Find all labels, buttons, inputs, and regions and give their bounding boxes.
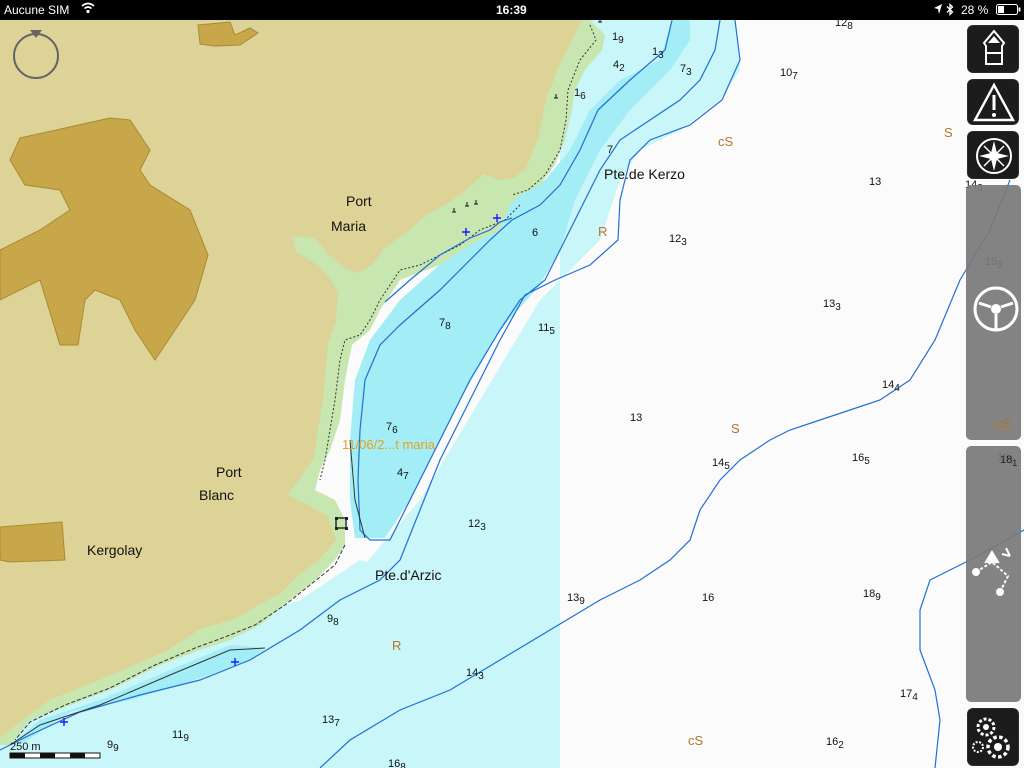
- place-port2: Port: [216, 464, 242, 480]
- nautical-chart[interactable]: Port Maria Pte.de Kerzo Port Blanc Kergo…: [0, 20, 1024, 768]
- steering-wheel-icon: [973, 286, 1019, 332]
- seabed-label: S: [944, 125, 953, 140]
- track-label[interactable]: 11/06/2...t maria: [342, 437, 436, 452]
- compass-rose-icon: [976, 138, 1012, 174]
- depth-sounding: 6: [532, 227, 538, 239]
- place-maria: Maria: [331, 218, 366, 234]
- panel-top-label: cS: [995, 417, 1011, 432]
- depth-sounding: 16: [702, 592, 714, 604]
- seabed-label: R: [598, 224, 607, 239]
- location-icon: [933, 3, 943, 18]
- status-bar: Aucune SIM 16:39 28 %: [0, 0, 1024, 20]
- clock: 16:39: [496, 3, 527, 17]
- bluetooth-icon: [946, 2, 954, 19]
- place-blanc: Blanc: [199, 487, 234, 503]
- depth-sounding: 7: [607, 144, 613, 156]
- battery-label: 28 %: [961, 3, 989, 17]
- carrier-label: Aucune SIM: [4, 3, 70, 17]
- place-kerzo: Pte.de Kerzo: [604, 166, 685, 182]
- gears-icon: [972, 717, 1010, 759]
- scale-label: 250 m: [10, 741, 41, 753]
- urban-area-west: [0, 521, 66, 563]
- route-waypoints-icon: [972, 547, 1011, 596]
- depth-sounding: 13: [630, 412, 642, 424]
- warning-icon: [972, 82, 1016, 122]
- depth-sounding: 13: [869, 176, 881, 188]
- seabed-label: R: [392, 638, 401, 653]
- place-arzic: Pte.d'Arzic: [375, 567, 441, 583]
- seabed-label: S: [731, 421, 740, 436]
- seabed-label: cS: [718, 134, 734, 149]
- panel-bottom-label: 181: [1000, 454, 1018, 469]
- route-panel[interactable]: 181: [966, 446, 1021, 702]
- seabed-label: cS: [688, 733, 704, 748]
- boat-view-button[interactable]: [967, 25, 1019, 73]
- battery-icon: [996, 4, 1022, 19]
- wifi-icon: [81, 2, 95, 17]
- place-port: Port: [346, 193, 372, 209]
- autopilot-panel[interactable]: cS: [966, 185, 1021, 440]
- compass-button[interactable]: [967, 131, 1019, 179]
- warning-button[interactable]: [967, 79, 1019, 125]
- place-kergolay: Kergolay: [87, 542, 142, 558]
- settings-button[interactable]: [967, 708, 1019, 766]
- boat-icon: [982, 29, 1006, 65]
